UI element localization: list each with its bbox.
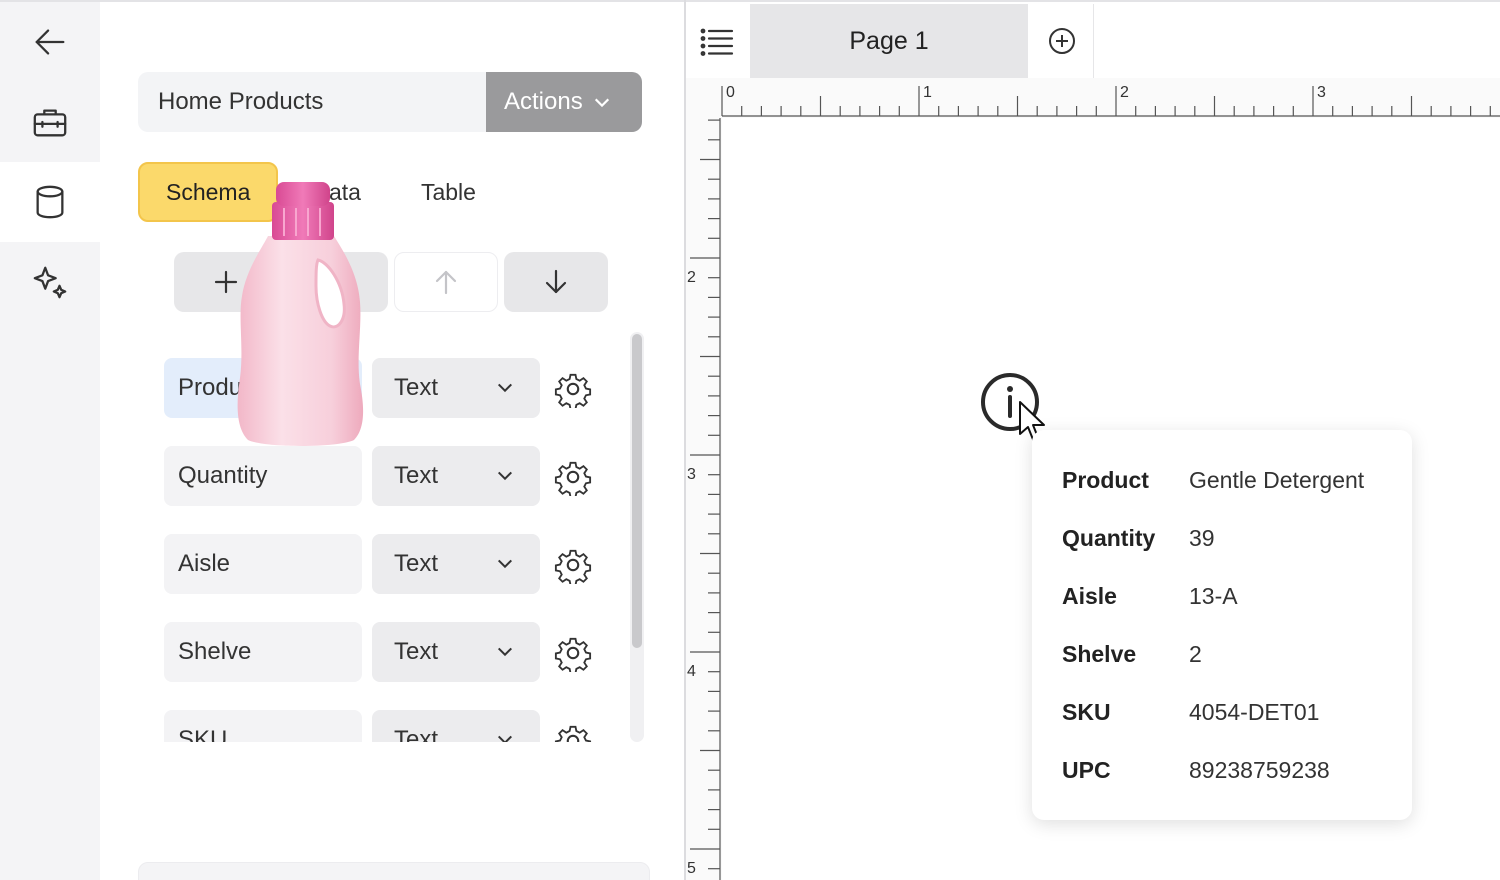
arrow-up-icon [435,270,457,295]
popup-value: Gentle Detergent [1189,466,1365,493]
gear-icon [554,461,592,498]
schema-panel: Actions Schema Data Table Product Text [100,0,684,880]
horizontal-ruler-ticks: 0 1 2 3 [721,84,1500,117]
chevron-down-icon [497,383,513,393]
field-type-select[interactable]: Text [372,534,540,594]
popup-row-product: Product Gentle Detergent [1062,465,1364,495]
magic-button[interactable] [0,242,100,322]
popup-row-shelve: Shelve 2 [1062,639,1202,669]
field-settings-button[interactable] [554,546,592,586]
dataset-name-input[interactable] [138,72,486,132]
detergent-bottle-image[interactable] [234,178,368,450]
chevron-down-icon [497,647,513,657]
field-type-label: Text [394,550,439,577]
popup-value: 4054-DET01 [1189,698,1320,725]
templates-button[interactable] [0,82,100,162]
popup-key: UPC [1062,756,1111,783]
field-type-label: Text [394,374,439,401]
chevron-down-icon [497,471,513,481]
horizontal-ruler: 0 1 2 3 [686,78,1500,118]
field-type-label: Text [394,638,439,665]
popup-key: Product [1062,466,1149,493]
database-button[interactable] [0,162,100,242]
pages-list-button[interactable] [686,4,748,80]
field-name-input[interactable]: Quantity [164,446,362,506]
popup-key: Aisle [1062,582,1117,609]
field-type-label: Text [394,726,439,742]
dataset-name-row: Actions [138,72,642,132]
ruler-label: 4 [687,663,696,680]
back-arrow-icon [35,29,65,55]
ruler-label: 0 [726,84,735,101]
field-name-input[interactable]: Aisle [164,534,362,594]
back-button[interactable] [0,2,100,82]
database-icon [36,185,64,219]
gear-icon [554,373,592,410]
popup-value: 89238759238 [1189,756,1330,783]
gear-icon [554,549,592,586]
tab-page-1[interactable]: Page 1 [750,4,1028,78]
add-page-button[interactable] [1030,4,1094,78]
field-list-scrollbar-thumb[interactable] [632,334,642,648]
field-settings-button[interactable] [554,634,592,674]
gear-icon [554,725,592,742]
ruler-label: 5 [687,860,696,877]
ruler-label: 2 [687,269,696,286]
chevron-down-icon [497,559,513,569]
popup-row-quantity: Quantity 39 [1062,523,1215,553]
actions-dropdown[interactable]: Actions [486,72,642,132]
field-type-select[interactable]: Text [372,622,540,682]
record-details-popup: Product Gentle Detergent Quantity 39 Ais… [1032,430,1412,820]
field-settings-button[interactable] [554,370,592,410]
field-row: SKU Text [164,694,644,742]
arrow-down-icon [545,269,567,294]
field-settings-button[interactable] [554,458,592,498]
actions-label: Actions [504,88,583,115]
briefcase-icon [33,109,67,137]
move-up-button[interactable] [394,252,498,312]
field-name-input[interactable]: SKU [164,710,362,742]
field-type-select[interactable]: Text [372,358,540,418]
sparkles-icon [33,266,67,299]
popup-row-upc: UPC 89238759238 [1062,755,1330,785]
popup-key: Quantity [1062,524,1156,551]
field-settings-button[interactable] [554,722,592,742]
field-type-select[interactable]: Text [372,710,540,742]
field-type-select[interactable]: Text [372,446,540,506]
panel-footer [138,862,650,880]
field-row: Aisle Text [164,518,644,594]
icon-rail [0,0,100,880]
field-row: Shelve Text [164,606,644,682]
field-name-input[interactable]: Shelve [164,622,362,682]
tab-table[interactable]: Table [395,162,502,222]
add-circle-icon [1048,28,1075,54]
vertical-ruler-ticks: 2 3 4 5 [687,118,721,880]
popup-key: Shelve [1062,640,1137,667]
ruler-label: 3 [687,466,696,483]
field-type-label: Text [394,462,439,489]
vertical-ruler: 2 3 4 5 [686,118,722,880]
popup-value: 2 [1189,640,1202,667]
ruler-label: 1 [923,84,932,101]
popup-row-sku: SKU 4054-DET01 [1062,697,1319,727]
move-down-button[interactable] [504,252,608,312]
ruler-label: 2 [1120,84,1129,101]
page-tab-bar: Page 1 [686,0,1500,78]
gear-icon [554,637,592,674]
ruler-label: 3 [1317,84,1326,101]
popup-value: 13-A [1189,582,1238,609]
list-icon [700,28,734,56]
chevron-down-icon [497,735,513,742]
popup-key: SKU [1062,698,1111,725]
chevron-down-icon [594,98,609,108]
popup-value: 39 [1189,524,1215,551]
popup-row-aisle: Aisle 13-A [1062,581,1238,611]
